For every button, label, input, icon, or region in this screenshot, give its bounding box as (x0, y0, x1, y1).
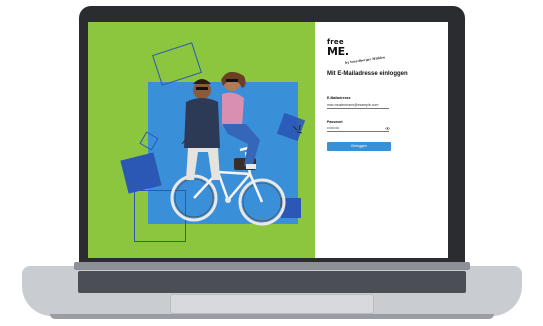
logo-line-2: ME. (327, 45, 349, 58)
laptop-hinge (74, 262, 470, 270)
password-field[interactable]: •••••••••• (327, 125, 389, 132)
login-panel: free ME. by Vorarlberger Mühlen Mit E-Ma… (315, 22, 448, 258)
laptop-screen: free ME. by Vorarlberger Mühlen Mit E-Ma… (88, 22, 448, 258)
email-field[interactable]: max.mustermann@example.com (327, 102, 389, 109)
password-label: Passwort (327, 120, 343, 124)
login-button[interactable]: Einloggen (327, 142, 391, 151)
laptop-front-edge (50, 314, 494, 319)
laptop-keyboard (78, 271, 466, 293)
hero-image (88, 22, 315, 258)
cyclists-illustration (184, 71, 260, 180)
login-heading: Mit E-Mailadresse einloggen (327, 71, 408, 77)
logo-tagline: by Vorarlberger Mühlen (344, 55, 386, 65)
sparkle-icon (292, 124, 303, 134)
freeme-logo: free ME. by Vorarlberger Mühlen (327, 39, 385, 65)
eye-icon[interactable] (385, 127, 390, 130)
laptop-touchpad (170, 294, 374, 314)
email-label: E-Mailadresse (327, 96, 351, 100)
